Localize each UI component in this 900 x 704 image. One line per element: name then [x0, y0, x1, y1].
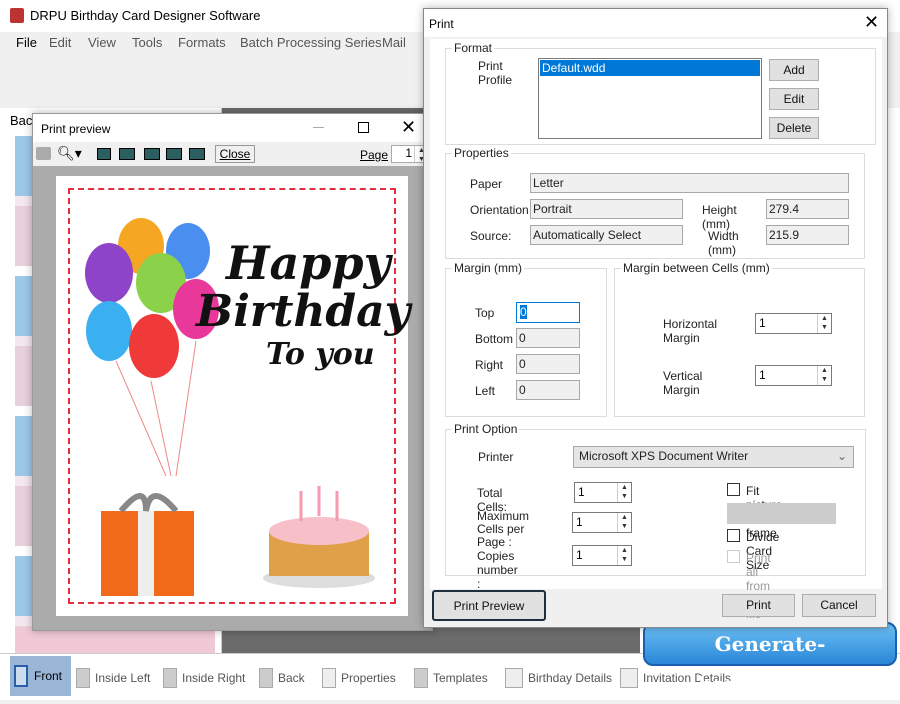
cancel-button[interactable]: Cancel [802, 594, 876, 617]
tab-back[interactable]: Back [259, 668, 305, 688]
top-margin-input[interactable]: 0 [516, 302, 580, 323]
menu-tools[interactable]: Tools [132, 35, 162, 50]
menu-formats[interactable]: Formats [178, 35, 226, 50]
bottom-margin-input[interactable]: 0 [516, 328, 580, 348]
printer-select[interactable]: Microsoft XPS Document Writer ⌄ [573, 446, 854, 468]
print-button[interactable]: Print [722, 594, 795, 617]
total-cells-spinner[interactable]: 1 ▲ ▼ [574, 482, 632, 503]
maximize-button[interactable] [358, 122, 369, 133]
print-profile-list[interactable]: Default.wdd [538, 58, 762, 139]
two-pages-icon[interactable] [119, 148, 135, 160]
one-page-icon[interactable] [97, 148, 111, 160]
orientation-label: Orientation [470, 203, 529, 217]
add-button[interactable]: Add [769, 59, 819, 81]
paper-field: Letter [530, 173, 849, 193]
card-page: Happy Birthday To you [56, 176, 411, 616]
height-field: 279.4 [766, 199, 849, 219]
right-label: Right [475, 358, 504, 372]
card-greeting: Happy Birthday To you [196, 236, 411, 372]
three-pages-icon[interactable] [144, 148, 160, 160]
print-title: Print [429, 17, 454, 31]
zoom-icon[interactable]: 🔍︎▾ [57, 145, 82, 162]
templates-icon [414, 668, 428, 688]
max-cells-label: Maximum Cells per Page : [477, 509, 530, 549]
printer-label: Printer [478, 450, 514, 464]
left-label: Left [475, 384, 496, 398]
menu-mail[interactable]: Mail [382, 35, 406, 50]
copies-label: Copies number : [477, 549, 518, 591]
profile-item[interactable]: Default.wdd [540, 60, 760, 76]
front-page-icon [14, 665, 28, 687]
left-margin-input[interactable]: 0 [516, 380, 580, 400]
page-icon [76, 668, 90, 688]
tab-inside-right[interactable]: Inside Right [163, 668, 245, 688]
tab-templates[interactable]: Templates [414, 668, 488, 688]
details-icon [620, 668, 638, 688]
menu-edit[interactable]: Edit [49, 35, 71, 50]
vertical-margin-label: Vertical Margin [663, 369, 703, 397]
print-preview-button[interactable]: Print Preview [432, 590, 546, 621]
vertical-margin-spinner[interactable]: 1 ▲ ▼ [755, 365, 832, 386]
cell-margin-group: Margin between Cells (mm) [614, 261, 865, 417]
orientation-field: Portrait [530, 199, 683, 219]
preview-titlebar: Print preview ✕ [33, 114, 432, 142]
chevron-down-icon: ⌄ [836, 449, 847, 463]
width-field: 215.9 [766, 225, 849, 245]
right-margin-input[interactable]: 0 [516, 354, 580, 374]
preview-area: Happy Birthday To you [33, 166, 432, 630]
menu-batch[interactable]: Batch Processing Series [240, 35, 382, 50]
toolbar: W [0, 58, 430, 158]
menu-file[interactable]: File [16, 35, 37, 50]
menu-bar: File Edit View Tools Formats Batch Proce… [0, 35, 423, 53]
paper-label: Paper [470, 177, 503, 191]
page-label: Page [360, 148, 389, 162]
print-preview-window: Print preview ✕ 🔍︎▾ Close Page 1 ▲ ▼ Hap… [32, 113, 433, 631]
print-icon[interactable] [36, 147, 51, 160]
max-cells-spinner[interactable]: 1 ▲ ▼ [572, 512, 632, 533]
preview-toolbar: 🔍︎▾ Close Page 1 ▲ ▼ [33, 143, 432, 166]
top-label: Top [475, 306, 495, 320]
template-thumbnails-bottom[interactable] [15, 628, 215, 653]
delete-button[interactable]: Delete [769, 117, 819, 139]
page-icon [259, 668, 273, 688]
left-panel-label: Bac [10, 113, 33, 128]
app-icon [10, 8, 24, 23]
tab-birthday-details[interactable]: Birthday Details [505, 668, 612, 688]
tab-properties[interactable]: Properties [322, 668, 396, 688]
minimize-button[interactable] [313, 127, 324, 128]
fit-picture-checkbox[interactable] [727, 483, 740, 496]
menu-view[interactable]: View [88, 35, 116, 50]
properties-icon [322, 668, 336, 688]
watermark-badge: Generate-barcode.com [643, 622, 897, 696]
height-label: Height (mm) [702, 203, 737, 231]
cake-image [263, 486, 375, 588]
source-label: Source: [470, 229, 512, 243]
source-field: Automatically Select [530, 225, 683, 245]
bottom-label: Bottom [475, 332, 514, 346]
divide-card-checkbox[interactable] [727, 529, 740, 542]
details-icon [505, 668, 523, 688]
close-icon[interactable]: ✕ [401, 117, 416, 138]
print-titlebar: Print ✕ [424, 9, 887, 37]
copies-spinner[interactable]: 1 ▲ ▼ [572, 545, 632, 566]
page-icon [163, 668, 177, 688]
width-label: Width (mm) [708, 229, 739, 257]
six-pages-icon[interactable] [189, 148, 205, 160]
horizontal-margin-label: Horizontal Margin [663, 317, 718, 345]
template-thumbnails[interactable] [15, 136, 33, 646]
print-profile-label: Print Profile [478, 59, 513, 87]
app-title: DRPU Birthday Card Designer Software [30, 8, 261, 23]
close-preview-button[interactable]: Close [215, 145, 255, 163]
horizontal-margin-spinner[interactable]: 1 ▲ ▼ [755, 313, 832, 334]
balloons [85, 218, 219, 477]
edit-button[interactable]: Edit [769, 88, 819, 110]
tab-inside-left[interactable]: Inside Left [76, 668, 150, 688]
fit-mode-select [727, 503, 836, 524]
gift-box [101, 493, 194, 596]
four-pages-icon[interactable] [166, 148, 182, 160]
close-icon[interactable]: ✕ [864, 12, 879, 33]
tab-front[interactable]: Front [10, 656, 71, 696]
preview-title: Print preview [41, 122, 111, 136]
excel-checkbox [727, 550, 740, 563]
